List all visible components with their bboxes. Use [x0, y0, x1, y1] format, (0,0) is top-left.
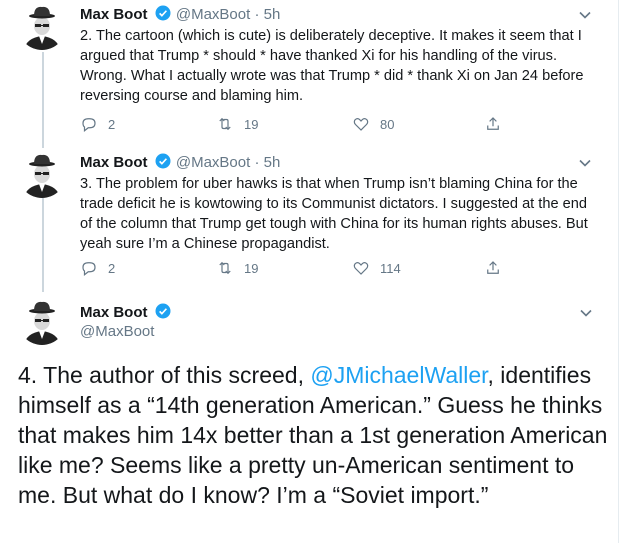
avatar-icon	[18, 150, 66, 198]
main-tweet-text: 4. The author of this screed, @JMichaelW…	[18, 360, 608, 510]
retweet-button[interactable]: 19	[216, 114, 258, 134]
retweet-icon	[219, 117, 231, 131]
avatar-icon	[18, 297, 66, 345]
tweet-actions: 2 19 80	[80, 114, 510, 134]
retweet-count: 19	[244, 260, 259, 276]
share-icon	[487, 261, 499, 274]
tweet[interactable]: Max Boot @MaxBoot · 5h 2. The cartoon (w…	[0, 0, 618, 148]
handle[interactable]: @MaxBoot	[176, 6, 250, 23]
display-name[interactable]: Max Boot	[80, 154, 148, 171]
avatar[interactable]	[18, 2, 66, 50]
chevron-down-icon[interactable]	[579, 306, 593, 320]
share-icon	[487, 117, 499, 130]
reply-count: 2	[108, 116, 116, 132]
main-text-before: 4. The author of this screed,	[18, 362, 311, 388]
reply-icon	[82, 118, 96, 132]
tweet[interactable]: Max Boot @MaxBoot · 5h 3. The problem fo…	[0, 148, 618, 292]
separator-dot: ·	[254, 6, 260, 23]
verified-badge-icon	[154, 4, 172, 28]
reply-button[interactable]: 2	[80, 258, 115, 278]
like-icon	[353, 118, 369, 131]
handle[interactable]: @MaxBoot	[176, 154, 250, 171]
retweet-button[interactable]: 19	[216, 258, 258, 278]
like-button[interactable]: 114	[352, 258, 401, 278]
tweet-header: Max Boot @MaxBoot · 5h	[80, 152, 280, 172]
timestamp[interactable]: 5h	[264, 154, 281, 171]
avatar-icon	[18, 2, 66, 50]
like-count: 80	[380, 116, 395, 132]
share-button[interactable]	[484, 114, 502, 134]
share-button[interactable]	[484, 258, 502, 278]
like-count: 114	[380, 260, 401, 276]
verified-badge-icon	[154, 152, 172, 176]
like-button[interactable]: 80	[352, 114, 394, 134]
retweet-icon	[219, 261, 231, 275]
retweet-count: 19	[244, 116, 259, 132]
display-name[interactable]: Max Boot	[80, 6, 148, 23]
mention-link[interactable]: @JMichaelWaller	[310, 362, 487, 388]
display-name-text: Max Boot	[80, 304, 148, 321]
chevron-down-icon[interactable]	[578, 156, 592, 170]
tweet-actions: 2 19 114	[80, 258, 510, 278]
chevron-down-icon[interactable]	[578, 8, 592, 22]
tweet-text: 3. The problem for uber hawks is that wh…	[80, 176, 588, 252]
verified-badge-icon	[154, 302, 172, 326]
reply-icon	[82, 262, 96, 276]
tweet-text: 2. The cartoon (which is cute) is delibe…	[80, 28, 584, 104]
avatar[interactable]	[18, 297, 66, 345]
reply-button[interactable]: 2	[80, 114, 115, 134]
separator-dot: ·	[254, 154, 260, 171]
avatar[interactable]	[18, 150, 66, 198]
timestamp[interactable]: 5h	[264, 6, 281, 23]
tweet-header: Max Boot @MaxBoot · 5h	[80, 4, 280, 24]
like-icon	[353, 262, 369, 275]
handle[interactable]: @MaxBoot	[80, 322, 154, 342]
reply-count: 2	[108, 260, 116, 276]
